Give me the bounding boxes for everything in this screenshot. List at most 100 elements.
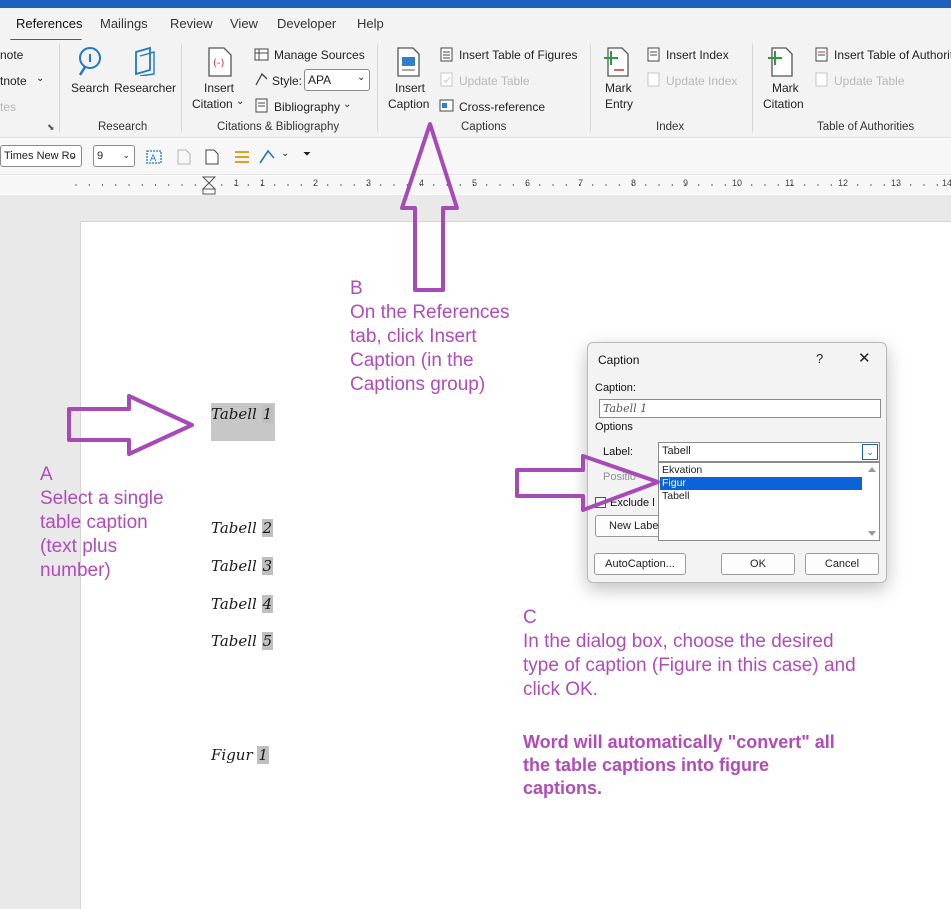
caption-number: 5 (261, 632, 274, 650)
chevron-down-icon[interactable]: ⌄ (281, 148, 289, 159)
caption-table-2[interactable]: Tabell 2 (211, 519, 274, 537)
caption-table-3[interactable]: Tabell 3 (211, 557, 274, 575)
label-dropdown[interactable]: Tabell ⌄ (658, 442, 880, 462)
annotation-c: C In the dialog box, choose the desired … (523, 607, 856, 700)
caption-text-input[interactable]: Tabell 1 (599, 399, 881, 418)
list-item[interactable]: Ekvation (660, 464, 862, 477)
cross-reference-label: Cross-reference (459, 100, 546, 114)
caption-number: 1 (257, 746, 269, 764)
dialog-launcher-icon[interactable]: ⬊ (47, 122, 55, 133)
new-label-button[interactable]: New Label (595, 515, 665, 537)
tab-developer[interactable]: Developer (277, 16, 336, 31)
text-box-icon[interactable]: A (146, 149, 162, 165)
font-name-dropdown[interactable]: Times New Ro ⌄ (0, 145, 82, 167)
label-dropdown-value: Tabell (662, 445, 691, 457)
document-lock-icon[interactable] (177, 149, 191, 165)
caption-field-label: Caption: (595, 382, 636, 394)
footnote-cut-label[interactable]: note (0, 48, 23, 62)
style-dropdown[interactable]: APA ⌄ (304, 69, 370, 91)
insert-caption-label-2: Caption (388, 97, 430, 111)
arrow-a-icon (67, 394, 194, 456)
font-size-dropdown[interactable]: 9 ⌄ (93, 145, 135, 167)
search-label: Search (71, 81, 110, 95)
close-icon[interactable]: ✕ (858, 349, 871, 367)
tab-review[interactable]: Review (170, 16, 213, 31)
update-table-label: Update Table (459, 74, 530, 88)
caption-number: 3 (261, 557, 274, 575)
update-table-icon (440, 72, 453, 87)
chevron-down-icon: ⌄ (122, 150, 130, 160)
autocaption-button[interactable]: AutoCaption... (594, 553, 686, 575)
insert-caption-icon (397, 47, 420, 77)
help-icon[interactable]: ? (816, 351, 823, 366)
customize-toolbar-icon[interactable]: ⏷ (303, 149, 311, 160)
tab-references[interactable]: References (16, 16, 82, 31)
caption-word: Tabell (211, 557, 257, 575)
tab-help[interactable]: Help (357, 16, 384, 31)
notes-cut-label[interactable]: tes (0, 100, 16, 114)
annotation-a: A Select a single table caption (text pl… (40, 464, 164, 581)
ruler-number: 8 (631, 178, 637, 188)
indent-marker-icon[interactable] (202, 176, 216, 196)
caption-table-1[interactable]: Tabell 1 (211, 405, 274, 423)
authorities-group-label: Table of Authorities (817, 121, 915, 133)
insert-table-of-authorities-label: Insert Table of Authorities (834, 48, 951, 62)
style-value: APA (308, 73, 332, 87)
list-item-selected[interactable]: Figur (660, 477, 862, 490)
svg-text:(-): (-) (213, 58, 225, 69)
chevron-down-icon: ⌄ (236, 96, 245, 107)
insert-citation-label: Insert (204, 81, 235, 95)
ruler-number: 1 (260, 178, 266, 188)
group-separator (590, 44, 591, 132)
caption-number: 1 (261, 405, 274, 423)
chevron-down-icon[interactable]: ⌄ (36, 73, 44, 84)
caption-table-5[interactable]: Tabell 5 (211, 632, 274, 650)
caption-word: Tabell (211, 595, 257, 613)
ruler-number: 2 (313, 178, 319, 188)
annotation-note: Word will automatically "convert" all th… (523, 732, 835, 798)
ruler-number: 11 (785, 178, 795, 188)
ruler-number: 9 (683, 178, 689, 188)
endnote-cut-label[interactable]: tnote (0, 74, 27, 88)
update-table-icon (815, 72, 828, 87)
cancel-button[interactable]: Cancel (805, 553, 879, 575)
font-name-value: Times New Ro (4, 150, 76, 162)
list-item[interactable]: Tabell (660, 490, 862, 503)
update-index-icon (647, 72, 660, 87)
group-separator (752, 44, 753, 132)
style-icon (255, 72, 268, 86)
table-of-authorities-icon (815, 47, 828, 62)
mark-entry-label-2: Entry (605, 97, 634, 111)
insert-table-of-figures-label: Insert Table of Figures (459, 48, 578, 62)
list-style-icon[interactable] (234, 149, 250, 165)
ruler-number: 12 (838, 178, 849, 188)
caption-figure-1[interactable]: Figur 1 (211, 746, 269, 764)
captions-group-label: Captions (461, 121, 507, 133)
ink-pen-icon[interactable] (258, 149, 276, 165)
ruler-number: 13 (891, 178, 902, 188)
manage-sources-label: Manage Sources (274, 48, 365, 62)
label-options-list[interactable]: Ekvation Figur Tabell (658, 462, 880, 541)
insert-index-icon (647, 47, 660, 62)
tab-mailings[interactable]: Mailings (100, 16, 148, 31)
arrow-c-icon (515, 454, 660, 512)
new-document-icon[interactable] (205, 149, 219, 165)
horizontal-ruler[interactable]: 1 1 2 3 4 5 6 7 8 9 10 11 12 13 14 (0, 176, 951, 196)
caption-word: Tabell (211, 519, 257, 537)
caption-word: Tabell (211, 632, 257, 650)
index-group-label: Index (656, 121, 685, 133)
caption-word: Figur (211, 746, 253, 764)
caption-word: Tabell (211, 405, 257, 423)
insert-citation-icon: (-) (208, 47, 232, 77)
caption-table-4[interactable]: Tabell 4 (211, 595, 274, 613)
chevron-down-icon: ⌄ (69, 150, 77, 160)
tab-view[interactable]: View (230, 16, 258, 31)
ribbon-tabs: References Mailings Review View Develope… (0, 8, 951, 42)
mark-citation-label-2: Citation (763, 97, 804, 111)
ruler-number: 5 (472, 178, 478, 188)
research-group-label: Research (98, 121, 148, 133)
researcher-label: Researcher (114, 81, 177, 95)
ok-button[interactable]: OK (721, 553, 795, 575)
chevron-down-icon[interactable]: ⌄ (862, 444, 878, 460)
scrollbar[interactable] (865, 463, 879, 540)
